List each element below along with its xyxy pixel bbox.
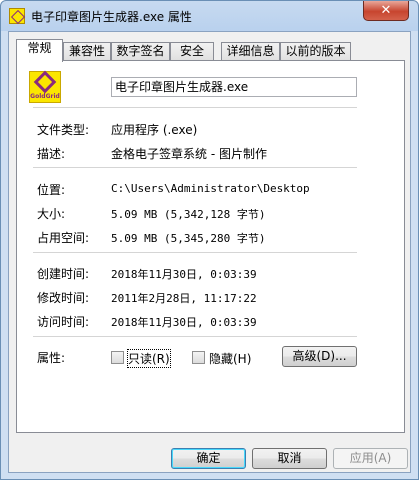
location-value: C:\Users\Administrator\Desktop <box>111 182 310 195</box>
general-panel: GoldGrid 电子印章图片生成器.exe 文件类型: 应用程序 (.exe)… <box>16 60 405 433</box>
file-name-field[interactable]: 电子印章图片生成器.exe <box>111 77 357 97</box>
tab-security[interactable]: 安全 <box>170 42 214 60</box>
size-value: 5.09 MB (5,342,128 字节) <box>111 208 266 221</box>
size-label: 大小: <box>37 207 66 221</box>
separator <box>33 336 357 337</box>
logo-text: GoldGrid <box>30 93 60 100</box>
modified-value: 2011年2月28日, 11:17:22 <box>111 292 257 305</box>
file-type-value: 应用程序 (.exe) <box>111 123 198 137</box>
file-type-label: 文件类型: <box>37 123 90 137</box>
created-value: 2018年11月30日, 0:03:39 <box>111 268 257 281</box>
separator <box>33 167 357 168</box>
apply-button[interactable]: 应用(A) <box>333 448 408 469</box>
properties-window: 电子印章图片生成器.exe 属性 ✕ 常规 兼容性 数字签名 安全 详细信息 以… <box>0 0 419 480</box>
hidden-checkbox-box[interactable] <box>192 351 205 364</box>
dialog-client: 常规 兼容性 数字签名 安全 详细信息 以前的版本 GoldGrid 电子印章图… <box>8 31 411 473</box>
app-icon <box>9 8 25 24</box>
separator <box>33 252 357 253</box>
readonly-checkbox-label[interactable]: 只读(R) <box>127 349 171 368</box>
title-bar[interactable]: 电子印章图片生成器.exe 属性 ✕ <box>1 1 418 31</box>
tab-details[interactable]: 详细信息 <box>221 42 280 60</box>
tab-digital-signatures[interactable]: 数字签名 <box>111 42 170 60</box>
hidden-checkbox-label[interactable]: 隐藏(H) <box>209 350 251 367</box>
tab-compatibility[interactable]: 兼容性 <box>63 42 111 60</box>
description-label: 描述: <box>37 147 66 161</box>
window-title: 电子印章图片生成器.exe 属性 <box>31 10 192 24</box>
advanced-button[interactable]: 高级(D)... <box>282 346 357 367</box>
separator <box>33 107 357 108</box>
size-on-disk-value: 5.09 MB (5,345,280 字节) <box>111 232 266 245</box>
size-on-disk-label: 占用空间: <box>37 231 90 245</box>
file-logo-icon: GoldGrid <box>29 70 61 103</box>
description-value: 金格电子签章系统 - 图片制作 <box>111 147 267 161</box>
close-button[interactable]: ✕ <box>363 1 409 21</box>
ok-button[interactable]: 确定 <box>171 448 246 469</box>
attributes-label: 属性: <box>37 351 66 365</box>
tab-general[interactable]: 常规 <box>16 39 63 62</box>
tab-previous-versions[interactable]: 以前的版本 <box>280 42 351 60</box>
created-label: 创建时间: <box>37 267 90 281</box>
readonly-checkbox-box[interactable] <box>111 351 124 364</box>
accessed-value: 2018年11月30日, 0:03:39 <box>111 316 257 329</box>
accessed-label: 访问时间: <box>37 315 90 329</box>
location-label: 位置: <box>37 183 66 197</box>
modified-label: 修改时间: <box>37 291 90 305</box>
cancel-button[interactable]: 取消 <box>252 448 327 469</box>
